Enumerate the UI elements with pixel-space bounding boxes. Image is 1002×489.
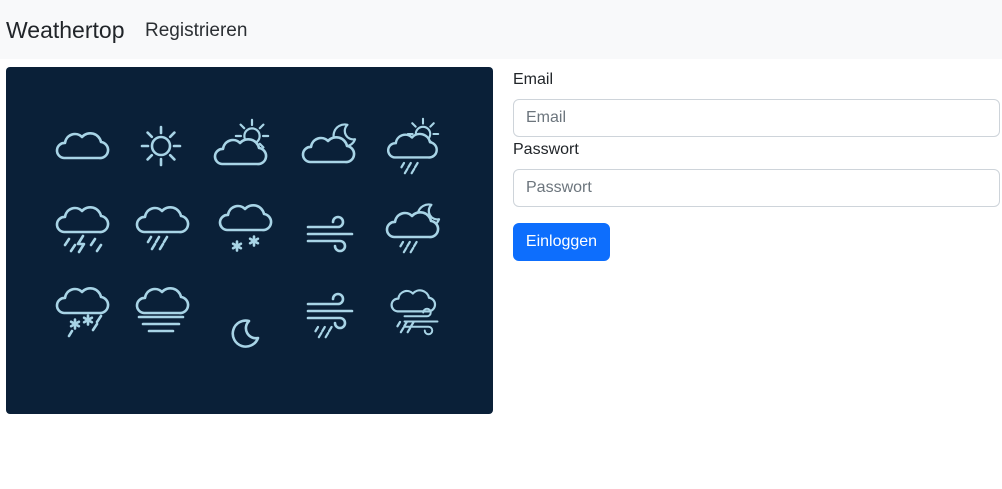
navbar: Weathertop Registrieren	[0, 0, 1002, 59]
password-label: Passwort	[513, 141, 579, 158]
moon-icon	[231, 319, 260, 348]
email-label: Email	[513, 71, 554, 88]
cloud-icon	[55, 131, 110, 160]
sleet-icon	[55, 286, 110, 338]
sun-icon	[140, 125, 182, 167]
rain-icon	[135, 205, 190, 251]
storm-wind-icon	[390, 289, 439, 336]
password-input[interactable]	[513, 169, 1000, 207]
snow-icon	[218, 203, 273, 252]
nav-link-register[interactable]: Registrieren	[145, 19, 247, 42]
partly-sunny-icon	[213, 118, 270, 166]
brand-logo[interactable]: Weathertop	[6, 16, 124, 44]
night-rain-icon	[385, 203, 441, 254]
email-input[interactable]	[513, 99, 1000, 137]
weather-icon-grid	[55, 117, 441, 348]
sun-shower-icon	[386, 117, 440, 175]
weather-icons-image	[6, 67, 493, 414]
cloudy-night-icon	[301, 123, 357, 164]
login-button[interactable]: Einloggen	[513, 223, 610, 261]
fog-icon	[135, 286, 190, 333]
thunderstorm-icon	[55, 205, 110, 254]
windy-rain-icon	[306, 292, 354, 339]
wind-icon	[306, 215, 354, 253]
